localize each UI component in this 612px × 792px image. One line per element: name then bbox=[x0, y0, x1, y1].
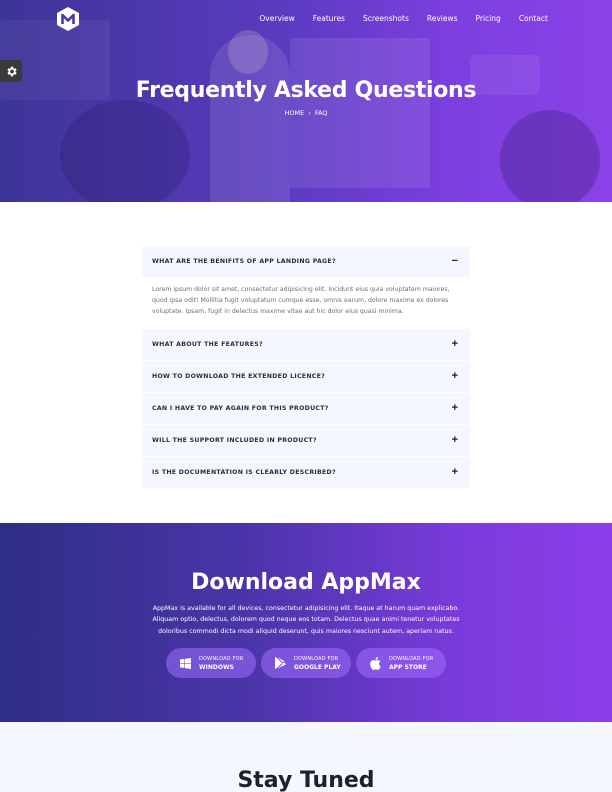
page-title: Frequently Asked Questions bbox=[135, 78, 477, 103]
faq-question: IS THE DOCUMENTATION IS CLEARLY DESCRIBE… bbox=[152, 468, 336, 476]
plus-icon[interactable]: + bbox=[452, 402, 458, 414]
faq-question: CAN I HAVE TO PAY AGAIN FOR THIS PRODUCT… bbox=[152, 404, 329, 412]
faq-item: HOW TO DOWNLOAD THE EXTENDED LICENCE? + bbox=[142, 360, 470, 393]
nav-item-overview[interactable]: Overview bbox=[259, 14, 294, 23]
hero-section: Overview Features Screenshots Reviews Pr… bbox=[0, 0, 612, 202]
minus-icon[interactable]: − bbox=[452, 256, 458, 267]
plus-icon[interactable]: + bbox=[452, 338, 458, 350]
download-google-play-button[interactable]: DOWNLOAD FOR GOOGLE PLAY bbox=[261, 648, 351, 678]
download-section: Download AppMax AppMax is available for … bbox=[0, 523, 612, 722]
faq-item: CAN I HAVE TO PAY AGAIN FOR THIS PRODUCT… bbox=[142, 392, 470, 425]
faq-question-header[interactable]: IS THE DOCUMENTATION IS CLEARLY DESCRIBE… bbox=[142, 457, 470, 488]
download-windows-button[interactable]: DOWNLOAD FOR WINDOWS bbox=[166, 648, 256, 678]
breadcrumb-current: FAQ bbox=[314, 109, 328, 117]
logo-icon bbox=[57, 7, 79, 31]
hero-background-shape bbox=[228, 30, 268, 74]
faq-answer: Lorem ipsum dolor sit amet, consectetur … bbox=[142, 277, 470, 328]
stay-tuned-section: Stay Tuned bbox=[0, 722, 612, 792]
plus-icon[interactable]: + bbox=[452, 434, 458, 446]
nav-item-screenshots[interactable]: Screenshots bbox=[363, 14, 409, 23]
gear-icon bbox=[6, 66, 17, 76]
settings-toggle[interactable] bbox=[0, 60, 22, 82]
download-button-caption: DOWNLOAD FOR bbox=[199, 655, 244, 662]
windows-icon bbox=[179, 657, 191, 669]
nav-item-contact[interactable]: Contact bbox=[519, 14, 548, 23]
nav-item-pricing[interactable]: Pricing bbox=[476, 14, 501, 23]
breadcrumb-home[interactable]: HOME bbox=[285, 109, 305, 117]
plus-icon[interactable]: + bbox=[452, 466, 458, 478]
download-button-platform: GOOGLE PLAY bbox=[294, 663, 341, 671]
faq-question: WHAT ABOUT THE FEATURES? bbox=[152, 340, 263, 348]
faq-question-header[interactable]: WILL THE SUPPORT INCLUDED IN PRODUCT? + bbox=[142, 425, 470, 456]
faq-question: WILL THE SUPPORT INCLUDED IN PRODUCT? bbox=[152, 436, 317, 444]
faq-question-header[interactable]: WHAT ARE THE BENIFITS OF APP LANDING PAG… bbox=[142, 246, 470, 277]
faq-question-header[interactable]: CAN I HAVE TO PAY AGAIN FOR THIS PRODUCT… bbox=[142, 393, 470, 424]
stay-tuned-title: Stay Tuned bbox=[237, 768, 375, 792]
faq-item: WHAT ABOUT THE FEATURES? + bbox=[142, 328, 470, 361]
download-title: Download AppMax bbox=[191, 570, 421, 595]
download-description: AppMax is available for all devices, con… bbox=[152, 605, 460, 635]
faq-question-header[interactable]: HOW TO DOWNLOAD THE EXTENDED LICENCE? + bbox=[142, 361, 470, 392]
download-button-platform: WINDOWS bbox=[199, 663, 234, 671]
google-play-icon bbox=[274, 657, 286, 669]
download-button-platform: APP STORE bbox=[389, 663, 427, 671]
nav-item-reviews[interactable]: Reviews bbox=[427, 14, 458, 23]
main-nav: Overview Features Screenshots Reviews Pr… bbox=[241, 14, 548, 23]
nav-item-features[interactable]: Features bbox=[313, 14, 345, 23]
faq-question: HOW TO DOWNLOAD THE EXTENDED LICENCE? bbox=[152, 372, 326, 380]
logo[interactable] bbox=[55, 6, 81, 32]
plus-icon[interactable]: + bbox=[452, 370, 458, 382]
breadcrumb-separator: › bbox=[308, 109, 311, 117]
download-button-caption: DOWNLOAD FOR bbox=[389, 655, 434, 662]
faq-item: IS THE DOCUMENTATION IS CLEARLY DESCRIBE… bbox=[142, 456, 470, 489]
download-button-caption: DOWNLOAD FOR bbox=[294, 655, 339, 662]
faq-accordion: WHAT ARE THE BENIFITS OF APP LANDING PAG… bbox=[142, 246, 470, 489]
faq-item: WILL THE SUPPORT INCLUDED IN PRODUCT? + bbox=[142, 424, 470, 457]
apple-icon bbox=[369, 656, 381, 670]
breadcrumb: HOME › FAQ bbox=[0, 109, 612, 117]
download-buttons: DOWNLOAD FOR WINDOWS DOWNLOAD FOR GOOGLE… bbox=[166, 648, 446, 678]
download-app-store-button[interactable]: DOWNLOAD FOR APP STORE bbox=[356, 648, 446, 678]
faq-question: WHAT ARE THE BENIFITS OF APP LANDING PAG… bbox=[152, 258, 336, 265]
hero-background-shape bbox=[500, 110, 600, 202]
faq-question-header[interactable]: WHAT ABOUT THE FEATURES? + bbox=[142, 329, 470, 360]
faq-item: WHAT ARE THE BENIFITS OF APP LANDING PAG… bbox=[142, 246, 470, 329]
